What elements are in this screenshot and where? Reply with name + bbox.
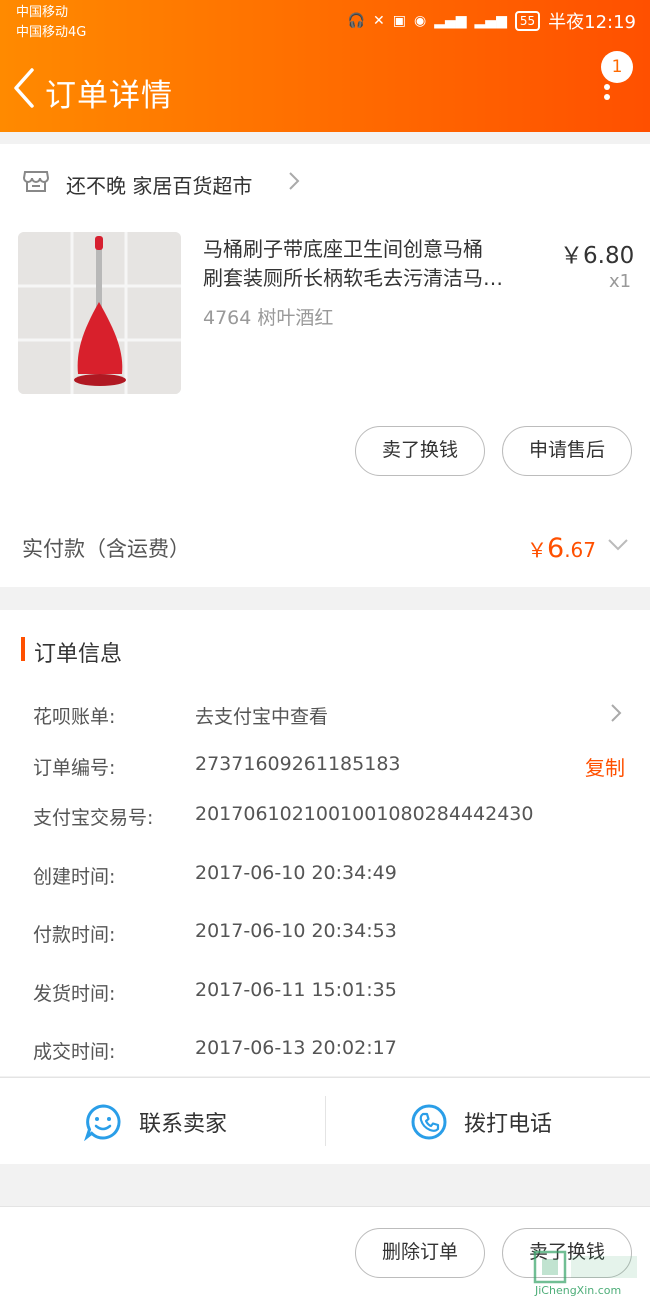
headphone-icon: 🎧 bbox=[347, 13, 366, 29]
toilet-brush-image bbox=[18, 232, 181, 394]
delete-order-button[interactable]: 删除订单 bbox=[355, 1228, 485, 1278]
paid-amount: ￥6.67 bbox=[527, 533, 596, 564]
chat-smile-icon bbox=[84, 1104, 121, 1141]
phone-icon bbox=[411, 1104, 447, 1140]
watermark-text: JiChengXin.com bbox=[535, 1284, 622, 1297]
create-time-value: 2017-06-10 20:34:49 bbox=[195, 862, 397, 884]
call-phone-label: 拨打电话 bbox=[464, 1112, 553, 1137]
ship-time-value: 2017-06-11 15:01:35 bbox=[195, 979, 397, 1001]
battery-icon: 55 bbox=[514, 11, 541, 31]
after-sale-button[interactable]: 申请售后 bbox=[502, 426, 632, 476]
order-number-label: 订单编号: bbox=[33, 757, 116, 779]
create-time-label: 创建时间: bbox=[33, 866, 116, 888]
paid-label: 实付款（含运费） bbox=[22, 537, 190, 561]
product-price: ￥6.80 bbox=[560, 243, 635, 269]
paid-integer: 6 bbox=[547, 533, 565, 564]
huabei-value[interactable]: 去支付宝中查看 bbox=[195, 702, 328, 729]
hd-icon: ▣ bbox=[392, 13, 406, 29]
more-icon bbox=[604, 84, 610, 90]
more-menu-button[interactable] bbox=[596, 80, 618, 104]
product-image[interactable] bbox=[18, 232, 181, 394]
huabei-chevron-icon[interactable] bbox=[610, 703, 622, 723]
contact-seller-button[interactable]: 联系卖家 bbox=[84, 1100, 284, 1144]
product-title[interactable]: 马桶刷子带底座卫生间创意马桶 刷套装厕所长柄软毛去污清洁马… bbox=[203, 235, 548, 293]
carrier-1: 中国移动 bbox=[16, 5, 69, 20]
expand-chevron-icon[interactable] bbox=[607, 538, 629, 552]
back-button[interactable] bbox=[10, 66, 40, 110]
back-arrow-icon bbox=[14, 68, 34, 108]
sell-button[interactable]: 卖了换钱 bbox=[355, 426, 485, 476]
shop-chevron-icon bbox=[289, 172, 300, 190]
product-title-line1: 马桶刷子带底座卫生间创意马桶 bbox=[203, 237, 483, 261]
contact-seller-label: 联系卖家 bbox=[139, 1112, 228, 1137]
eye-icon: ◉ bbox=[414, 13, 427, 29]
ship-time-label: 发货时间: bbox=[33, 983, 116, 1005]
watermark-logo: JiChengXin.com bbox=[533, 1250, 643, 1297]
shop-name[interactable]: 还不晚 家居百货超市 bbox=[66, 170, 252, 199]
shop-icon bbox=[22, 171, 50, 192]
copy-button[interactable]: 复制 bbox=[585, 752, 625, 781]
signal-icon: ▂▄▆ bbox=[434, 13, 467, 29]
contact-divider bbox=[325, 1096, 326, 1146]
alipay-trade-label: 支付宝交易号: bbox=[33, 807, 154, 829]
notification-badge: 1 bbox=[601, 51, 633, 83]
deal-time-value: 2017-06-13 20:02:17 bbox=[195, 1037, 397, 1059]
page-title: 订单详情 bbox=[45, 78, 173, 114]
order-info-title: 订单信息 bbox=[34, 642, 123, 667]
more-icon-dot bbox=[604, 94, 610, 100]
deal-time-label: 成交时间: bbox=[33, 1041, 116, 1063]
huabei-label: 花呗账单: bbox=[33, 706, 116, 728]
status-bar-right: 🎧 ✕ ▣ ◉ ▂▄▆ ▂▄▆ 55 半夜12:19 bbox=[348, 8, 636, 34]
order-info-card bbox=[0, 610, 650, 1076]
signal-4g-icon: ▂▄▆ bbox=[474, 13, 507, 29]
pay-time-value: 2017-06-10 20:34:53 bbox=[195, 920, 397, 942]
paid-decimal: .67 bbox=[564, 538, 596, 562]
status-time: 半夜12:19 bbox=[548, 12, 636, 33]
product-title-line2: 刷套装厕所长柄软毛去污清洁马… bbox=[203, 266, 503, 290]
pay-time-label: 付款时间: bbox=[33, 924, 116, 946]
product-quantity: x1 bbox=[609, 271, 632, 292]
mute-icon: ✕ bbox=[373, 13, 385, 29]
order-number-value: 27371609261185183 bbox=[195, 753, 401, 775]
product-attributes: 4764 树叶酒红 bbox=[203, 307, 334, 329]
section-accent-bar bbox=[21, 637, 25, 661]
alipay-trade-value: 2017061021001001080284442430 bbox=[195, 803, 534, 825]
paid-currency: ￥ bbox=[527, 538, 547, 562]
call-phone-button[interactable]: 拨打电话 bbox=[410, 1100, 610, 1144]
carrier-2: 中国移动4G bbox=[16, 25, 87, 40]
